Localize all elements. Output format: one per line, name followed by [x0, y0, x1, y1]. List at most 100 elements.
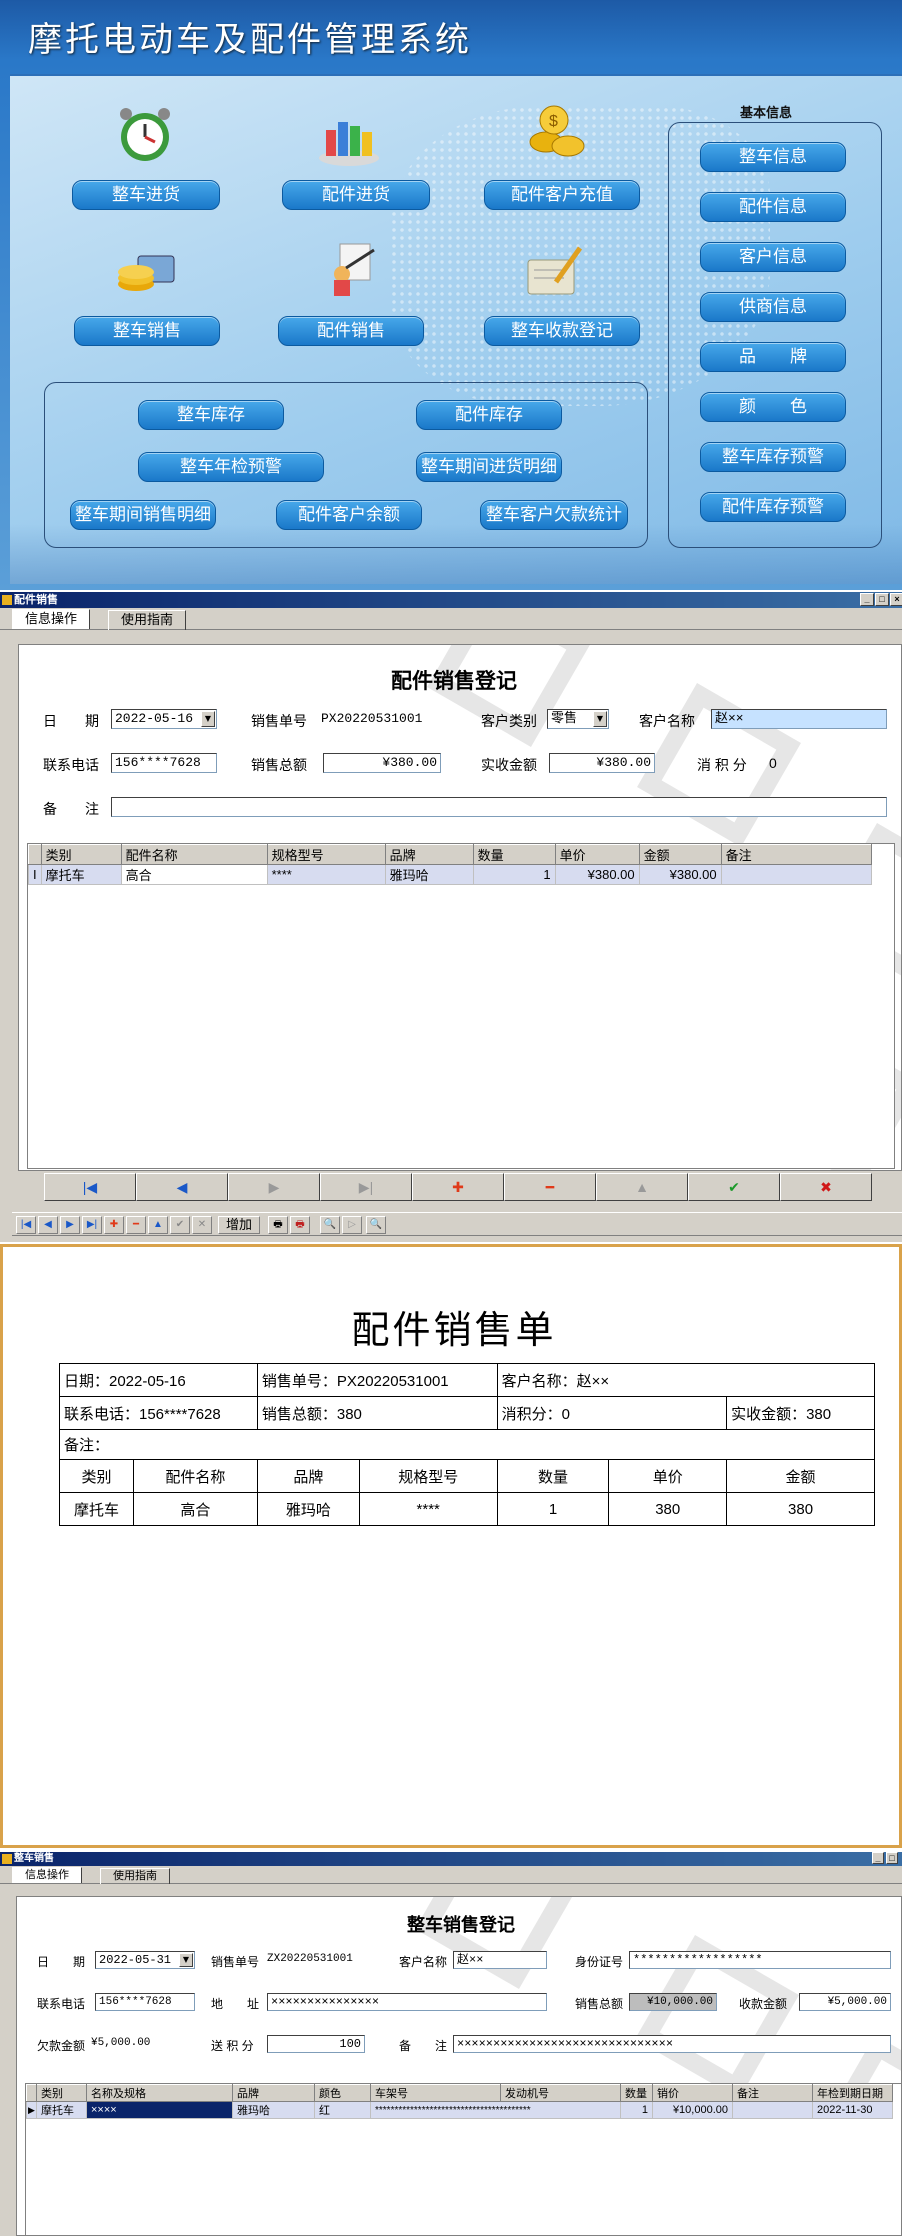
vehicle-inspection-alert-button[interactable]: 整车年检预警	[138, 452, 324, 482]
tab-user-guide[interactable]: 使用指南	[100, 1868, 170, 1884]
grid-cell[interactable]: 雅玛哈	[232, 2101, 315, 2119]
received-field[interactable]: ¥380.00	[549, 753, 655, 773]
vehicle-sales-button[interactable]: 整车销售	[74, 316, 220, 346]
grid-cell[interactable]: 1	[472, 864, 556, 885]
customer-name-field[interactable]: 赵××	[711, 709, 887, 729]
insert-record-icon[interactable]: ✚	[104, 1216, 124, 1234]
maximize-icon[interactable]: □	[875, 593, 889, 606]
prior-icon[interactable]: ◀	[136, 1173, 228, 1201]
grid-header[interactable]: 金额	[638, 844, 722, 865]
remark-field[interactable]	[111, 797, 887, 817]
tab-info-operations[interactable]: 信息操作	[12, 609, 91, 629]
grid-header[interactable]: 类别	[36, 2084, 87, 2102]
chevron-down-icon[interactable]: ▼	[179, 1953, 193, 1967]
address-field[interactable]: ×××××××××××××××	[267, 1993, 547, 2011]
color-button[interactable]: 颜 色	[700, 392, 846, 422]
customer-type-select[interactable]: 零售 ▼	[547, 709, 609, 729]
customer-name-field[interactable]: 赵××	[453, 1951, 547, 1969]
grid-cell[interactable]: 雅玛哈	[384, 864, 474, 885]
grid-header[interactable]: 备注	[732, 2084, 813, 2102]
remark-field[interactable]: ××××××××××××××××××××××××××××××	[453, 2035, 891, 2053]
search-icon[interactable]: 🔍	[320, 1216, 340, 1234]
grid-header[interactable]: 单价	[554, 844, 640, 865]
vehicle-info-button[interactable]: 整车信息	[700, 142, 846, 172]
date-field[interactable]: 2022-05-31 ▼	[95, 1951, 195, 1969]
prior-record-icon[interactable]: ◀	[38, 1216, 58, 1234]
print-preview-icon[interactable]: 🖶	[290, 1216, 310, 1234]
grid-cell[interactable]	[732, 2101, 813, 2119]
parts-customer-topup-button[interactable]: 配件客户充值	[484, 180, 640, 210]
delete-icon[interactable]: ━	[504, 1173, 596, 1201]
vehicle-sales-grid[interactable]: 类别 名称及规格 品牌 颜色 车架号 发动机号 数量 销价 备注 年检到期日期 …	[25, 2083, 901, 2235]
supplier-info-button[interactable]: 供商信息	[700, 292, 846, 322]
play-icon[interactable]: ▷	[342, 1216, 362, 1234]
first-record-icon[interactable]: |◀	[16, 1216, 36, 1234]
parts-sales-button[interactable]: 配件销售	[278, 316, 424, 346]
insert-icon[interactable]: ✚	[412, 1173, 504, 1201]
grid-header[interactable]: 颜色	[314, 2084, 371, 2102]
parts-stock-button[interactable]: 配件库存	[416, 400, 562, 430]
parts-info-button[interactable]: 配件信息	[700, 192, 846, 222]
id-no-field[interactable]: ******************	[629, 1951, 891, 1969]
post-icon[interactable]: ✔	[688, 1173, 780, 1201]
vehicle-customer-debt-button[interactable]: 整车客户欠款统计	[480, 500, 628, 530]
grid-cell[interactable]: ¥10,000.00	[652, 2101, 733, 2119]
post-record-icon[interactable]: ✔	[170, 1216, 190, 1234]
table-row[interactable]: I 摩托车 高合 **** 雅玛哈 1 ¥380.00 ¥380.00	[28, 864, 872, 885]
vehicle-stock-alert-button[interactable]: 整车库存预警	[700, 442, 846, 472]
maximize-icon[interactable]: □	[886, 1852, 898, 1864]
grid-header[interactable]: 车架号	[370, 2084, 501, 2102]
grid-header[interactable]: 发动机号	[500, 2084, 621, 2102]
close-icon[interactable]: ×	[890, 593, 902, 606]
minimize-icon[interactable]: _	[872, 1852, 884, 1864]
grid-header[interactable]: 销价	[652, 2084, 733, 2102]
vehicle-stock-button[interactable]: 整车库存	[138, 400, 284, 430]
parts-purchase-button[interactable]: 配件进货	[282, 180, 430, 210]
grid-cell-selected[interactable]: ××××	[86, 2101, 233, 2119]
delete-record-icon[interactable]: ━	[126, 1216, 146, 1234]
next-icon[interactable]: ▶	[228, 1173, 320, 1201]
cancel-icon[interactable]: ✖	[780, 1173, 872, 1201]
cancel-record-icon[interactable]: ✕	[192, 1216, 212, 1234]
parts-customer-balance-button[interactable]: 配件客户余额	[276, 500, 422, 530]
grid-header[interactable]: 数量	[620, 2084, 653, 2102]
grid-header[interactable]: 年检到期日期	[812, 2084, 893, 2102]
grid-header[interactable]: 名称及规格	[86, 2084, 233, 2102]
grid-header[interactable]: 配件名称	[120, 844, 268, 865]
vehicle-payment-button[interactable]: 整车收款登记	[484, 316, 640, 346]
phone-field[interactable]: 156****7628	[95, 1993, 195, 2011]
chevron-down-icon[interactable]: ▼	[593, 711, 607, 727]
next-record-icon[interactable]: ▶	[60, 1216, 80, 1234]
grid-cell-editing[interactable]: 高合	[120, 864, 268, 885]
grid-header[interactable]: 品牌	[384, 844, 474, 865]
phone-field[interactable]: 156****7628	[111, 753, 217, 773]
tab-user-guide[interactable]: 使用指南	[108, 610, 187, 630]
last-record-icon[interactable]: ▶|	[82, 1216, 102, 1234]
grid-cell[interactable]: ¥380.00	[638, 864, 722, 885]
date-field[interactable]: 2022-05-16 ▼	[111, 709, 217, 729]
customer-info-button[interactable]: 客户信息	[700, 242, 846, 272]
chevron-down-icon[interactable]: ▼	[201, 711, 215, 727]
grid-header[interactable]: 数量	[472, 844, 556, 865]
grid-header[interactable]: 类别	[40, 844, 122, 865]
grid-cell[interactable]: ****	[266, 864, 386, 885]
grid-cell[interactable]: 摩托车	[40, 864, 122, 885]
zoom-icon[interactable]: 🔍	[366, 1216, 386, 1234]
grid-header[interactable]: 规格型号	[266, 844, 386, 865]
vehicle-period-purchase-button[interactable]: 整车期间进货明细	[416, 452, 562, 482]
parts-sales-grid[interactable]: 类别 配件名称 规格型号 品牌 数量 单价 金额 备注 I 摩托车 高合 ***…	[27, 843, 895, 1169]
points-field[interactable]: 100	[267, 2035, 365, 2053]
grid-cell[interactable]: 摩托车	[36, 2101, 87, 2119]
total-field[interactable]: ¥380.00	[323, 753, 441, 773]
add-button[interactable]: 增加	[218, 1216, 260, 1234]
edit-record-icon[interactable]: ▲	[148, 1216, 168, 1234]
vehicle-purchase-button[interactable]: 整车进货	[72, 180, 220, 210]
grid-cell[interactable]: 红	[314, 2101, 371, 2119]
parts-stock-alert-button[interactable]: 配件库存预警	[700, 492, 846, 522]
table-row[interactable]: ▶ 摩托车 ×××× 雅玛哈 红 ***********************…	[26, 2101, 893, 2119]
minimize-icon[interactable]: _	[860, 593, 874, 606]
tab-info-operations[interactable]: 信息操作	[12, 1867, 82, 1883]
grid-cell[interactable]: 2022-11-30	[812, 2101, 893, 2119]
print-icon[interactable]: 🖶	[268, 1216, 288, 1234]
grid-cell[interactable]: ****************************************	[370, 2101, 621, 2119]
